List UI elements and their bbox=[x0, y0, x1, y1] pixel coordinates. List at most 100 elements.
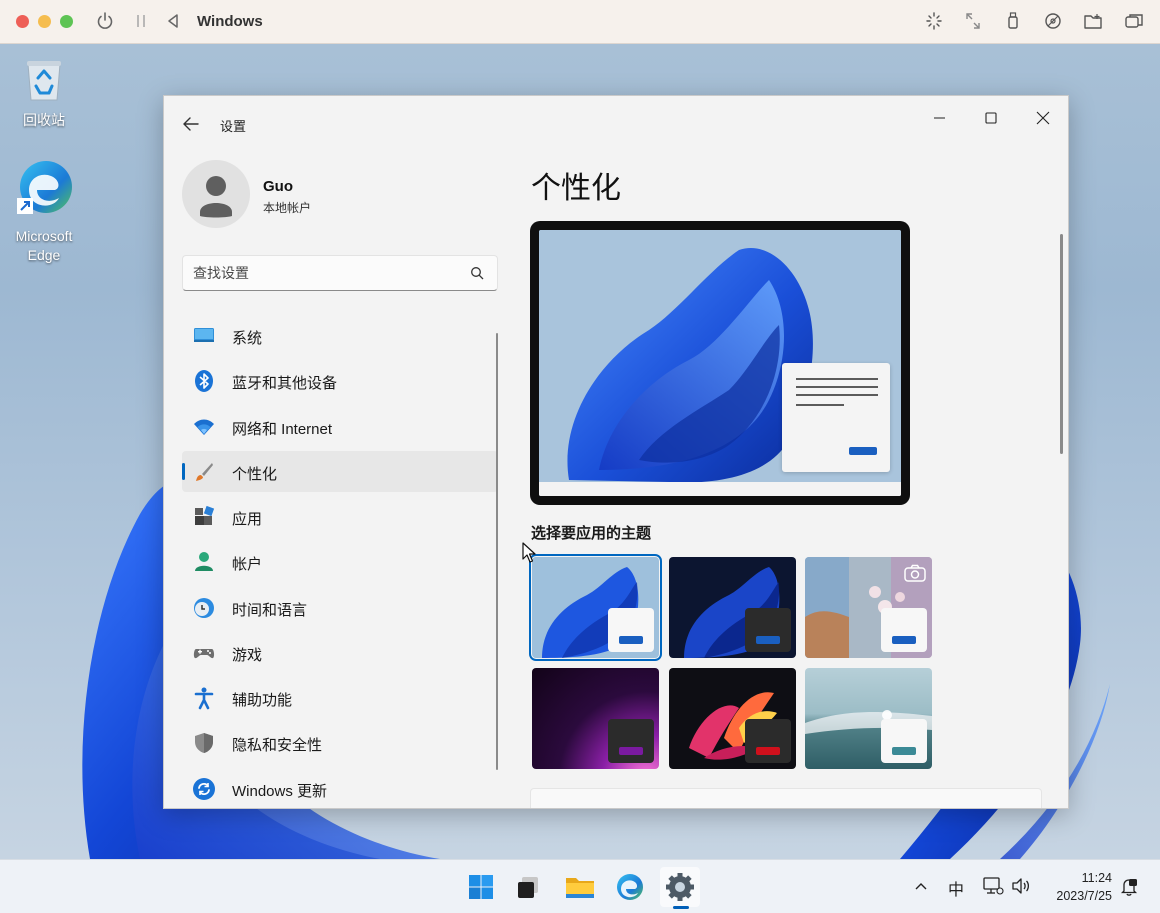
file-explorer-button[interactable] bbox=[560, 867, 600, 907]
theme-chip bbox=[881, 608, 927, 652]
settings-taskbar-button[interactable] bbox=[660, 867, 700, 907]
start-icon bbox=[469, 875, 493, 899]
update-icon bbox=[193, 777, 215, 800]
avatar[interactable] bbox=[182, 160, 250, 228]
shared-folder-icon[interactable] bbox=[1083, 11, 1103, 31]
theme-chip bbox=[881, 719, 927, 763]
preview-window bbox=[782, 363, 890, 472]
settings-window: 设置 Guo 本地帐户 系统 蓝牙和其他设备 网络和 Internet bbox=[163, 95, 1069, 809]
mouse-cursor-icon bbox=[522, 542, 536, 563]
host-titlebar: Windows bbox=[0, 0, 1160, 44]
usb-icon[interactable] bbox=[1005, 11, 1021, 31]
theme-captured-motion[interactable] bbox=[669, 668, 796, 769]
recycle-bin-icon bbox=[27, 61, 61, 101]
fullscreen-window-button[interactable] bbox=[60, 15, 73, 28]
back-arrow-icon[interactable] bbox=[180, 113, 202, 135]
network-icon[interactable] bbox=[982, 876, 1004, 896]
preview-button bbox=[849, 447, 877, 455]
nav-item-gaming[interactable]: 游戏 bbox=[182, 632, 498, 673]
nav-scrollbar[interactable] bbox=[496, 333, 498, 770]
close-window-button[interactable] bbox=[16, 15, 29, 28]
power-icon[interactable] bbox=[96, 11, 114, 31]
task-view-icon bbox=[518, 877, 538, 898]
minimize-window-button[interactable] bbox=[38, 15, 51, 28]
theme-glow[interactable] bbox=[532, 668, 659, 769]
nav-item-privacy[interactable]: 隐私和安全性 bbox=[182, 722, 498, 763]
nav-item-personalization[interactable]: 个性化 bbox=[182, 450, 498, 492]
edge-icon bbox=[617, 874, 643, 900]
nav-item-time-language[interactable]: 时间和语言 bbox=[182, 587, 498, 628]
minimize-icon[interactable] bbox=[928, 106, 952, 130]
volume-icon[interactable] bbox=[1010, 876, 1032, 896]
host-title: Windows bbox=[197, 13, 263, 30]
recycle-bin-shortcut[interactable]: 回收站 bbox=[4, 56, 84, 130]
theme-dark-bloom[interactable] bbox=[669, 557, 796, 658]
nav-item-system[interactable]: 系统 bbox=[182, 315, 498, 356]
clock-globe-icon bbox=[194, 597, 214, 618]
close-icon[interactable] bbox=[1031, 106, 1055, 130]
selection-indicator bbox=[182, 462, 185, 480]
notification-bell-icon[interactable] bbox=[1120, 877, 1138, 897]
chevron-up-icon[interactable] bbox=[913, 879, 929, 893]
start-button[interactable] bbox=[461, 867, 501, 907]
cd-icon[interactable] bbox=[1044, 11, 1062, 31]
apps-icon bbox=[195, 505, 215, 525]
settings-search[interactable] bbox=[182, 255, 498, 291]
expand-icon[interactable] bbox=[964, 11, 982, 31]
clock-date: 2023/7/25 bbox=[1056, 889, 1112, 903]
theme-light-bloom[interactable] bbox=[529, 554, 662, 661]
person-icon bbox=[195, 552, 213, 572]
settings-icon bbox=[666, 873, 694, 901]
brightness-icon[interactable] bbox=[925, 11, 943, 31]
theme-chip bbox=[745, 719, 791, 763]
search-input[interactable] bbox=[193, 263, 463, 283]
themes-section-title: 选择要应用的主题 bbox=[531, 525, 652, 542]
active-app-indicator bbox=[673, 906, 689, 909]
brush-icon bbox=[196, 462, 213, 481]
camera-icon bbox=[904, 564, 926, 582]
nav-item-apps[interactable]: 应用 bbox=[182, 496, 498, 537]
search-icon[interactable] bbox=[470, 266, 484, 280]
wifi-icon bbox=[194, 419, 214, 435]
maximize-icon[interactable] bbox=[979, 106, 1003, 130]
edge-shortcut[interactable]: Microsoft Edge bbox=[4, 160, 84, 265]
task-view-button[interactable] bbox=[510, 867, 550, 907]
theme-preview bbox=[530, 221, 910, 505]
recycle-bin-label: 回收站 bbox=[23, 112, 65, 128]
shield-icon bbox=[195, 733, 213, 754]
page-title: 个性化 bbox=[531, 172, 621, 205]
windows-overlap-icon[interactable] bbox=[1124, 11, 1144, 31]
back-triangle-icon[interactable] bbox=[166, 11, 180, 31]
nav-item-accounts[interactable]: 帐户 bbox=[182, 541, 498, 582]
theme-chip bbox=[608, 719, 654, 763]
edge-icon bbox=[17, 161, 72, 214]
clock-time: 11:24 bbox=[1081, 871, 1112, 885]
preview-taskbar bbox=[539, 482, 901, 496]
theme-chip bbox=[608, 608, 654, 652]
preview-desktop bbox=[539, 230, 901, 496]
accessibility-icon bbox=[194, 687, 214, 710]
theme-flow[interactable] bbox=[805, 668, 932, 769]
edge-label: Microsoft Edge bbox=[15, 228, 73, 263]
user-silhouette-icon bbox=[200, 176, 232, 218]
window-title: 设置 bbox=[220, 119, 247, 134]
user-name: Guo bbox=[263, 178, 293, 195]
theme-spotlight[interactable] bbox=[805, 557, 932, 658]
nav-item-accessibility[interactable]: 辅助功能 bbox=[182, 677, 498, 718]
gamepad-icon bbox=[193, 648, 215, 658]
theme-chip bbox=[745, 608, 791, 652]
content-scrollbar[interactable] bbox=[1060, 234, 1063, 454]
bluetooth-icon bbox=[195, 370, 213, 393]
clock[interactable]: 11:24 2023/7/25 bbox=[1046, 869, 1112, 905]
nav-item-network[interactable]: 网络和 Internet bbox=[182, 406, 498, 447]
settings-card[interactable] bbox=[530, 788, 1042, 808]
monitor-icon bbox=[194, 328, 214, 342]
pause-icon[interactable] bbox=[135, 11, 147, 31]
nav-item-windows-update[interactable]: Windows 更新 bbox=[182, 768, 498, 809]
user-account-type: 本地帐户 bbox=[263, 201, 312, 215]
ime-indicator[interactable]: 中 bbox=[948, 876, 964, 900]
taskbar: 中 11:24 2023/7/25 bbox=[0, 859, 1160, 913]
file-explorer-icon bbox=[566, 878, 594, 898]
edge-taskbar-button[interactable] bbox=[610, 867, 650, 907]
nav-item-bluetooth[interactable]: 蓝牙和其他设备 bbox=[182, 360, 498, 401]
